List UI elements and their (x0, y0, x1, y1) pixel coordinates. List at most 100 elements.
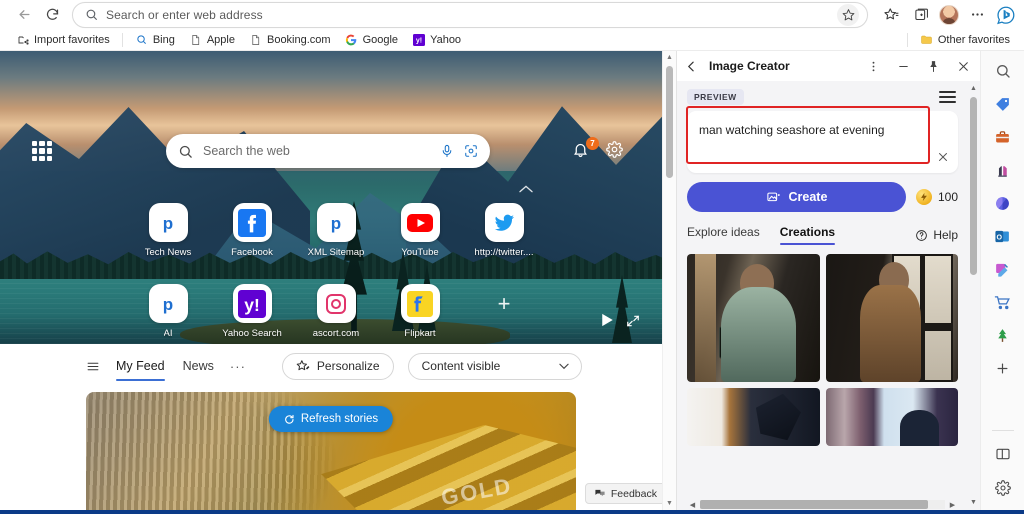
creation-thumbnail[interactable] (687, 254, 820, 382)
shortcut-tile-facebook[interactable]: Facebook (210, 203, 294, 258)
scroll-up-arrow[interactable]: ▲ (666, 51, 673, 64)
bookmark-google[interactable]: Google (339, 31, 404, 48)
address-bar[interactable]: Search or enter web address (72, 1, 868, 28)
prompt-input[interactable]: man watching seashore at evening (687, 111, 958, 173)
shortcut-tile-flipkart[interactable]: Flipkart (378, 284, 462, 339)
panel-close-icon[interactable] (952, 55, 974, 77)
creation-thumbnail[interactable] (825, 254, 958, 382)
outlook-icon[interactable]: O (989, 224, 1017, 248)
browser-toolbar: Search or enter web address (0, 0, 1024, 29)
feed-tab-news[interactable]: News (181, 355, 216, 377)
page-scroll-track[interactable] (663, 64, 676, 497)
page-scroll-thumb[interactable] (666, 66, 673, 178)
add-favorite-icon[interactable] (837, 3, 859, 26)
feed-story-card[interactable]: GOLD Refresh stories (86, 392, 576, 510)
page-scrollbar[interactable]: ▲ ▼ (662, 51, 676, 510)
create-button[interactable]: Create (687, 182, 906, 212)
instagram-icon (316, 284, 356, 323)
shortcut-tile-tech-news[interactable]: p Tech News (126, 203, 210, 258)
tile-label: XML Sitemap (307, 247, 365, 258)
settings-gear-icon[interactable] (989, 476, 1017, 500)
newtab-settings-icon[interactable] (606, 141, 623, 163)
newtab-search-box[interactable]: Search the web (166, 134, 490, 168)
bookmark-booking[interactable]: Booking.com (243, 31, 337, 48)
play-icon[interactable] (601, 313, 614, 332)
shortcut-tile-ai[interactable]: p AI (126, 284, 210, 339)
page-icon (189, 33, 202, 46)
visual-search-icon[interactable] (464, 144, 478, 158)
content-visibility-select[interactable]: Content visible (407, 352, 582, 380)
scroll-right-arrow[interactable]: ▶ (947, 501, 958, 509)
panel-menu-icon[interactable] (939, 91, 956, 103)
shortcut-tile-xml-sitemap[interactable]: p XML Sitemap (294, 203, 378, 258)
expand-icon[interactable] (626, 314, 640, 333)
help-button[interactable]: Help (915, 228, 958, 242)
favorites-button[interactable] (876, 2, 906, 28)
taskbar-strip (0, 510, 1024, 514)
scroll-left-arrow[interactable]: ◀ (687, 501, 698, 509)
add-icon[interactable] (989, 356, 1017, 380)
more-options-button[interactable] (962, 2, 992, 28)
creations-gallery-shell: ◀ ▶ (687, 254, 958, 510)
svg-text:p: p (331, 214, 341, 233)
gallery-scroll-thumb[interactable] (700, 500, 928, 509)
designer-icon[interactable] (989, 257, 1017, 281)
gallery-horizontal-scrollbar[interactable]: ◀ ▶ (687, 499, 958, 510)
collections-button[interactable] (906, 2, 936, 28)
profile-avatar[interactable] (939, 4, 959, 25)
panel-scrollbar[interactable]: ▲ ▼ (967, 81, 980, 510)
panel-pin-icon[interactable] (922, 55, 944, 77)
personalize-button[interactable]: Personalize (281, 352, 394, 380)
shortcut-tile-ascort[interactable]: ascort.com (294, 284, 378, 339)
panel-scroll-up-arrow[interactable]: ▲ (970, 81, 977, 96)
bookmark-yahoo[interactable]: y! Yahoo (406, 31, 467, 48)
bookmark-apple[interactable]: Apple (183, 31, 241, 48)
clear-prompt-icon[interactable] (937, 151, 949, 166)
shopping-tag-icon[interactable] (989, 92, 1017, 116)
add-shortcut-button[interactable]: + (462, 284, 546, 339)
gallery-scroll-track[interactable] (700, 500, 945, 509)
shortcut-tile-twitter[interactable]: http://twitter.... (462, 203, 546, 258)
scroll-down-arrow[interactable]: ▼ (666, 497, 673, 510)
microphone-icon[interactable] (440, 144, 454, 158)
tile-icon-p: p (148, 284, 188, 323)
panel-minimize-icon[interactable] (892, 55, 914, 77)
yahoo-icon: y! (412, 33, 425, 46)
back-button[interactable] (10, 1, 38, 29)
creation-thumbnail[interactable] (825, 388, 958, 446)
panel-scroll-thumb[interactable] (970, 97, 977, 275)
flipkart-icon (400, 284, 440, 323)
creation-thumbnail[interactable] (687, 388, 820, 446)
tab-creations[interactable]: Creations (779, 225, 836, 245)
panel-more-options-icon[interactable] (862, 55, 884, 77)
bookmark-other-favorites[interactable]: Other favorites (914, 31, 1016, 48)
tools-briefcase-icon[interactable] (989, 125, 1017, 149)
split-screen-icon[interactable] (989, 442, 1017, 466)
hamburger-icon[interactable] (86, 360, 100, 373)
bookmark-import-favorites[interactable]: Import favorites (10, 31, 116, 48)
bookmark-bing[interactable]: Bing (129, 31, 181, 48)
tab-explore-ideas[interactable]: Explore ideas (687, 225, 760, 245)
google-g-icon (345, 33, 358, 46)
feedback-button[interactable]: Feedback (584, 483, 666, 504)
feed-more-button[interactable]: ··· (230, 359, 246, 374)
image-creator-panel: Image Creator PREVIEW man watching seash… (676, 51, 980, 510)
shortcut-tile-youtube[interactable]: YouTube (378, 203, 462, 258)
feed-tab-my-feed[interactable]: My Feed (114, 355, 167, 381)
search-icon[interactable] (989, 59, 1017, 83)
feedback-icon (594, 488, 606, 499)
svg-text:O: O (997, 233, 1003, 241)
bing-chat-icon[interactable] (994, 3, 1018, 27)
collapse-chevron-icon[interactable] (518, 181, 534, 199)
tree-icon[interactable] (989, 323, 1017, 347)
app-grid-icon[interactable] (32, 141, 52, 161)
panel-scroll-down-arrow[interactable]: ▼ (970, 495, 977, 510)
reload-button[interactable] (38, 1, 66, 29)
games-icon[interactable] (989, 158, 1017, 182)
shortcut-tile-yahoo-search[interactable]: y! Yahoo Search (210, 284, 294, 339)
refresh-stories-button[interactable]: Refresh stories (268, 406, 394, 432)
newtab-search-placeholder: Search the web (203, 144, 290, 158)
chevron-left-icon[interactable] (685, 60, 701, 73)
shopping-cart-icon[interactable] (989, 290, 1017, 314)
microsoft-365-icon[interactable] (989, 191, 1017, 215)
